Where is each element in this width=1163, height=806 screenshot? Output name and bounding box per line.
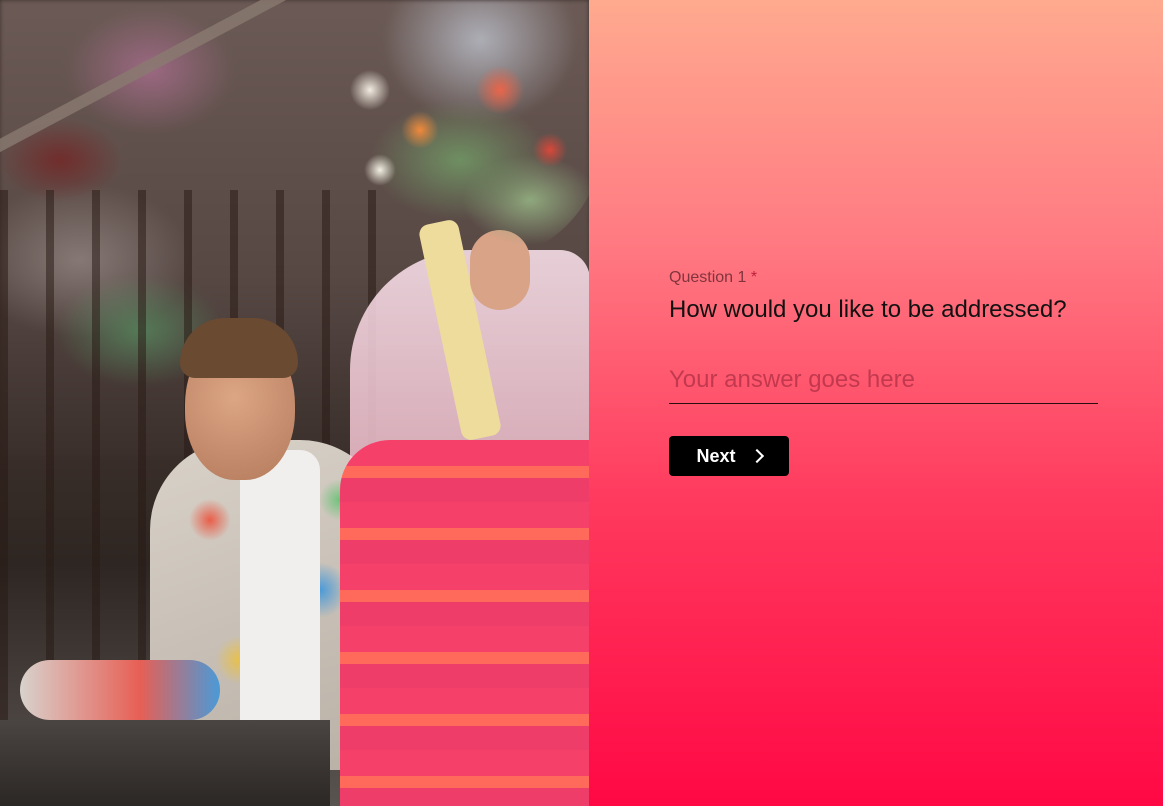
groom-arm	[20, 660, 220, 720]
form-page: Question 1 * How would you like to be ad…	[0, 0, 1163, 806]
form-panel: Question 1 * How would you like to be ad…	[589, 0, 1163, 806]
hero-photo	[0, 0, 589, 806]
bride-dress	[340, 440, 589, 806]
question-form: Question 1 * How would you like to be ad…	[669, 268, 1099, 476]
question-text: How would you like to be addressed?	[669, 296, 1067, 323]
next-button[interactable]: Next	[669, 436, 789, 476]
question-number: Question 1	[669, 269, 747, 286]
bike	[0, 720, 330, 806]
groom-hair	[180, 318, 298, 378]
next-button-label: Next	[696, 445, 736, 466]
groom-shirt	[240, 450, 320, 750]
question-number-label: Question 1 *	[669, 268, 1099, 288]
answer-input[interactable]	[669, 366, 1098, 404]
flower-bouquet	[300, 30, 589, 270]
chevron-right-icon	[749, 448, 764, 464]
required-marker: *	[750, 269, 758, 286]
